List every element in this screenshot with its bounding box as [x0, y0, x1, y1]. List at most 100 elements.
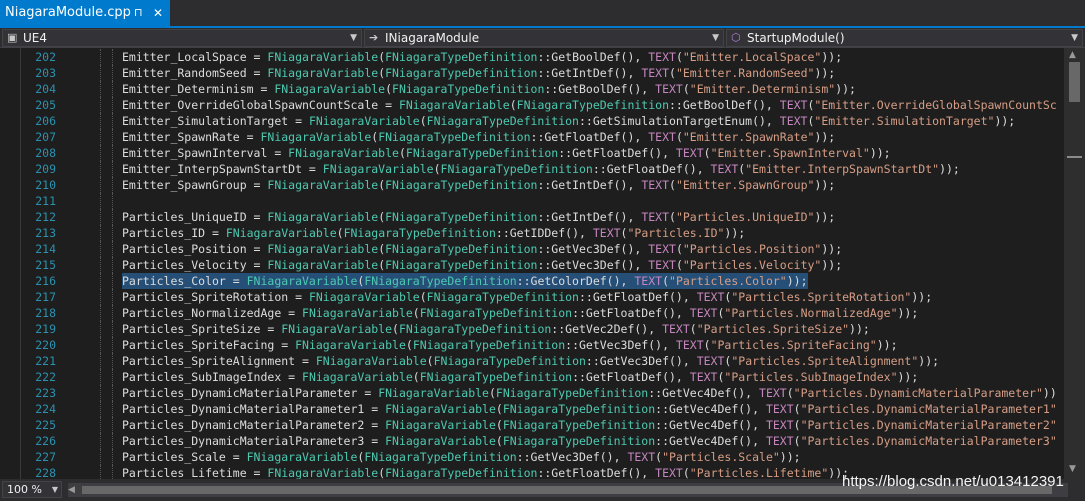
- code-token: ::GetIDDef(),: [495, 226, 593, 240]
- code-token: (: [786, 386, 794, 400]
- code-line[interactable]: 226 Particles_DynamicMaterialParameter3 =…: [0, 433, 1064, 449]
- project-dropdown[interactable]: ▣ UE4 ▼: [2, 29, 362, 47]
- code-token: ::GetFloatDef(),: [558, 146, 676, 160]
- indent-guide: [100, 433, 101, 449]
- scrollbar-thumb[interactable]: [1069, 62, 1080, 102]
- code-token: Emitter_SpawnGroup =: [122, 178, 268, 192]
- scroll-up-icon[interactable]: ▲: [1069, 50, 1076, 60]
- code-token: (: [495, 418, 503, 432]
- code-token: ));: [814, 210, 836, 224]
- code-text: Particles_SubImageIndex = FNiagaraVariab…: [122, 369, 918, 385]
- code-line[interactable]: 218 Particles_NormalizedAge = FNiagaraVar…: [0, 305, 1064, 321]
- scroll-left-icon[interactable]: ◀: [68, 483, 75, 497]
- indent-guide: [100, 273, 101, 289]
- code-line[interactable]: 206 Emitter_SimulationTarget = FNiagaraVa…: [0, 113, 1064, 129]
- line-number: 207: [35, 130, 56, 144]
- code-token: ::GetFloatDef(),: [572, 306, 690, 320]
- code-token: TEXT: [696, 290, 725, 304]
- code-token: TEXT: [696, 354, 725, 368]
- scroll-down-icon[interactable]: ▼: [1069, 464, 1076, 474]
- indent-guide: [100, 113, 101, 129]
- indent-guide: [100, 97, 101, 113]
- code-line[interactable]: 210 Emitter_SpawnGroup = FNiagaraVariable…: [0, 177, 1064, 193]
- code-token: ::GetVec3Def(),: [565, 338, 676, 352]
- project-icon: ▣: [7, 31, 18, 44]
- code-token: ::GetIntDef(),: [537, 66, 642, 80]
- code-token: FNiagaraTypeDefinition: [412, 338, 566, 352]
- member-dropdown[interactable]: ⬡ StartupModule() ▼: [726, 29, 1083, 47]
- vertical-scrollbar[interactable]: ▲ ▼: [1064, 48, 1085, 479]
- code-line[interactable]: 227 Particles_Scale = FNiagaraVariable(FN…: [0, 449, 1064, 465]
- code-token: "Emitter.InterpSpawnStartDt": [745, 162, 940, 176]
- code-line[interactable]: 213 Particles_ID = FNiagaraVariable(FNiag…: [0, 225, 1064, 241]
- code-line[interactable]: 209 Emitter_InterpSpawnStartDt = FNiagara…: [0, 161, 1064, 177]
- line-number: 214: [35, 242, 56, 256]
- code-token: ::GetIntDef(),: [537, 178, 642, 192]
- code-token: "Particles.NormalizedAge": [724, 306, 898, 320]
- code-token: TEXT: [710, 162, 739, 176]
- indent-guide: [100, 129, 101, 145]
- code-token: ));: [821, 242, 843, 256]
- code-token: FNiagaraVariable: [315, 354, 427, 368]
- code-token: ));: [918, 354, 940, 368]
- code-line[interactable]: 212 Particles_UniqueID = FNiagaraVariable…: [0, 209, 1064, 225]
- code-token: FNiagaraVariable: [225, 226, 337, 240]
- code-token: FNiagaraVariable: [385, 402, 496, 416]
- code-line[interactable]: 214 Particles_Position = FNiagaraVariable…: [0, 241, 1064, 257]
- code-editor[interactable]: 202 Emitter_LocalSpace = FNiagaraVariable…: [0, 48, 1064, 479]
- zoom-dropdown[interactable]: 100 % ▼: [2, 481, 62, 498]
- close-icon[interactable]: ✕: [153, 0, 163, 26]
- code-token: TEXT: [689, 306, 718, 320]
- code-line[interactable]: 221 Particles_SpriteAlignment = FNiagaraV…: [0, 353, 1064, 369]
- code-token: TEXT: [675, 146, 704, 160]
- pin-icon[interactable]: ⊓: [134, 0, 143, 26]
- code-token: "Emitter.SpawnGroup": [675, 178, 815, 192]
- code-token: Particles_DynamicMaterialParameter2 =: [122, 418, 386, 432]
- code-line[interactable]: 205 Emitter_OverrideGlobalSpawnCountScale…: [0, 97, 1064, 113]
- code-line[interactable]: 223 Particles_DynamicMaterialParameter = …: [0, 385, 1064, 401]
- indent-guide: [100, 337, 101, 353]
- code-token: FNiagaraVariable: [308, 114, 420, 128]
- tab-niagaramodule-cpp[interactable]: NiagaraModule.cpp ⊓ ✕: [0, 0, 170, 26]
- code-token: (: [426, 354, 434, 368]
- indent-guide: [112, 225, 113, 241]
- code-line[interactable]: 216 Particles_Color = FNiagaraVariable (FN…: [0, 273, 1064, 289]
- code-token: "Particles.SpriteAlignment": [731, 354, 919, 368]
- code-text: Particles_SpriteAlignment = FNiagaraVari…: [122, 353, 939, 369]
- code-line[interactable]: 225 Particles_DynamicMaterialParameter2 =…: [0, 417, 1064, 433]
- code-token: ::GetFloatDef(),: [537, 466, 656, 479]
- code-line[interactable]: 220 Particles_SpriteFacing = FNiagaraVari…: [0, 337, 1064, 353]
- code-line[interactable]: 224 Particles_DynamicMaterialParameter1 =…: [0, 401, 1064, 417]
- code-token: FNiagaraVariable: [322, 162, 434, 176]
- code-token: Emitter_RandomSeed =: [122, 66, 268, 80]
- code-line[interactable]: 222 Particles_SubImageIndex = FNiagaraVar…: [0, 369, 1064, 385]
- code-line[interactable]: 207 Emitter_SpawnRate = FNiagaraVariable (…: [0, 129, 1064, 145]
- code-line[interactable]: 215 Particles_Velocity = FNiagaraVariable…: [0, 257, 1064, 273]
- code-line[interactable]: 202 Emitter_LocalSpace = FNiagaraVariable…: [0, 49, 1064, 65]
- code-line[interactable]: 203 Emitter_RandomSeed = FNiagaraVariable…: [0, 65, 1064, 81]
- code-text: Particles_SpriteFacing = FNiagaraVariabl…: [122, 337, 898, 353]
- code-line[interactable]: 219 Particles_SpriteSize = FNiagaraVariab…: [0, 321, 1064, 337]
- code-token: )): [1042, 386, 1057, 400]
- code-token: TEXT: [648, 50, 676, 64]
- code-token: Particles_SpriteRotation =: [122, 290, 309, 304]
- indent-guide: [112, 273, 113, 289]
- code-token: ));: [786, 274, 808, 288]
- indent-guide: [112, 145, 113, 161]
- code-token: Emitter_OverrideGlobalSpawnCountScale =: [122, 98, 399, 112]
- code-token: (: [793, 402, 801, 416]
- code-line[interactable]: 217 Particles_SpriteRotation = FNiagaraVa…: [0, 289, 1064, 305]
- indent-guide: [112, 369, 113, 385]
- code-token: "Emitter.OverrideGlobalSpawnCountSc: [814, 98, 1057, 112]
- scope-dropdown[interactable]: ➔ INiagaraModule ▼: [364, 29, 724, 47]
- line-number: 227: [35, 450, 56, 464]
- code-line[interactable]: 211: [0, 193, 1064, 209]
- code-text: Particles_Scale = FNiagaraVariable(FNiag…: [122, 449, 801, 465]
- indent-guide: [100, 193, 101, 209]
- code-token: TEXT: [648, 130, 676, 144]
- code-line[interactable]: 208 Emitter_SpawnInterval = FNiagaraVaria…: [0, 145, 1064, 161]
- code-line[interactable]: 204 Emitter_Determinism = FNiagaraVariabl…: [0, 81, 1064, 97]
- code-token: TEXT: [765, 434, 794, 448]
- indent-guide: [100, 177, 101, 193]
- code-token: FNiagaraVariable: [398, 98, 510, 112]
